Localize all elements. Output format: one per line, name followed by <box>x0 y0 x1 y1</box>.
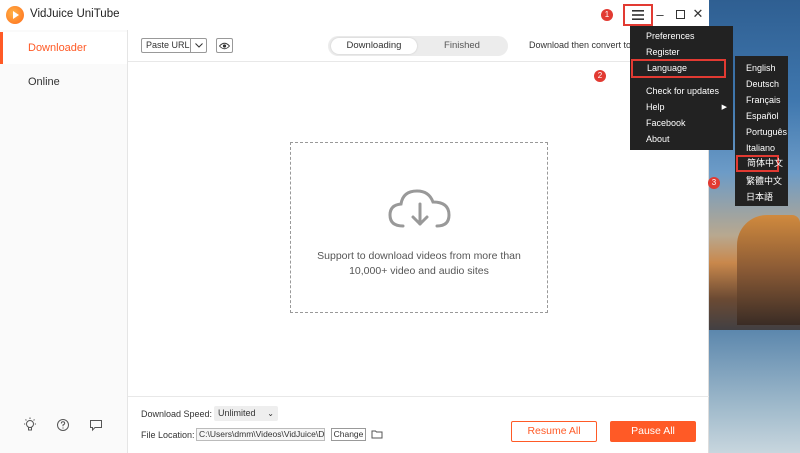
menu-item-help-label: Help <box>646 102 665 112</box>
language-item-japanese[interactable]: 日本語 <box>735 190 788 205</box>
menu-button[interactable] <box>623 4 653 26</box>
step-badge-2: 2 <box>594 70 606 82</box>
pause-all-button[interactable]: Pause All <box>610 421 696 442</box>
cloud-download-icon <box>388 189 451 228</box>
language-item-english[interactable]: English <box>735 61 788 76</box>
footer: Download Speed: Unlimited ⌄ File Locatio… <box>128 396 709 453</box>
sidebar-item-online[interactable]: Online <box>0 66 127 98</box>
eye-icon <box>219 42 230 49</box>
language-item-traditional-chinese[interactable]: 繁體中文 <box>735 174 788 189</box>
app-logo-icon <box>6 6 24 24</box>
support-text-line2: 10,000+ video and audio sites <box>349 265 489 277</box>
help-icon[interactable] <box>55 417 71 433</box>
app-title: VidJuice UniTube <box>30 8 120 20</box>
step-badge-1: 1 <box>601 9 613 21</box>
paste-url-label: Paste URL <box>146 40 190 50</box>
minimize-button[interactable]: – <box>652 6 668 22</box>
menu-item-about[interactable]: About <box>630 132 733 147</box>
support-text: Support to download videos from more tha… <box>291 249 547 279</box>
menu-item-preferences[interactable]: Preferences <box>630 29 733 44</box>
maximize-icon <box>675 9 685 19</box>
file-location-field[interactable]: C:\Users\dmm\Videos\VidJuice\D <box>196 428 325 441</box>
language-item-francais[interactable]: Français <box>735 93 788 108</box>
menu-item-register[interactable]: Register <box>630 45 733 60</box>
sidebar-item-downloader[interactable]: Downloader <box>0 32 127 64</box>
folder-icon[interactable] <box>371 428 383 440</box>
support-text-line1: Support to download videos from more tha… <box>317 250 521 262</box>
convert-label[interactable]: Download then convert to <box>529 40 631 50</box>
menu-item-language[interactable]: Language <box>631 59 726 78</box>
download-speed-label: Download Speed: <box>141 409 213 419</box>
download-tabs: Downloading Finished <box>328 36 508 56</box>
bulb-icon[interactable] <box>22 417 38 433</box>
download-dropzone[interactable]: Support to download videos from more tha… <box>290 142 548 313</box>
chevron-down-icon <box>194 43 203 48</box>
language-item-portugues[interactable]: Português <box>735 125 788 140</box>
paste-url-button[interactable]: Paste URL <box>141 38 207 53</box>
main-menu: Preferences Register Language Check for … <box>630 26 733 150</box>
maximize-button[interactable] <box>672 6 688 22</box>
chevron-right-icon: ▶ <box>721 104 727 111</box>
file-location-label: File Location: <box>141 430 195 440</box>
language-item-deutsch[interactable]: Deutsch <box>735 77 788 92</box>
menu-item-help[interactable]: Help ▶ <box>630 100 733 115</box>
hamburger-menu-icon <box>632 10 644 20</box>
step-badge-3: 3 <box>708 177 720 189</box>
toolbar: Paste URL Downloading Finished Download … <box>128 30 709 62</box>
wallpaper-rock <box>737 215 800 325</box>
paste-url-dropdown[interactable] <box>190 39 206 52</box>
change-location-button[interactable]: Change <box>331 428 366 441</box>
download-speed-select[interactable]: Unlimited ⌄ <box>214 406 278 421</box>
private-mode-button[interactable] <box>216 38 233 53</box>
menu-item-facebook[interactable]: Facebook <box>630 116 733 131</box>
language-menu: English Deutsch Français Español Portugu… <box>735 56 788 206</box>
tab-finished[interactable]: Finished <box>419 38 505 54</box>
language-item-italiano[interactable]: Italiano <box>735 141 788 156</box>
menu-item-check-updates[interactable]: Check for updates <box>630 84 733 99</box>
chevron-down-icon: ⌄ <box>267 409 274 418</box>
sidebar: Downloader Online <box>0 30 128 453</box>
feedback-icon[interactable] <box>88 417 104 433</box>
language-item-simplified-chinese[interactable]: 简体中文 <box>736 155 783 172</box>
resume-all-button[interactable]: Resume All <box>511 421 597 442</box>
language-item-espanol[interactable]: Español <box>735 109 788 124</box>
wallpaper-sea <box>709 330 800 453</box>
close-button[interactable]: ✕ <box>690 6 706 22</box>
tab-downloading[interactable]: Downloading <box>331 38 417 54</box>
download-speed-value: Unlimited <box>218 408 256 418</box>
app-window: VidJuice UniTube – ✕ Downloader Online P… <box>0 0 709 453</box>
